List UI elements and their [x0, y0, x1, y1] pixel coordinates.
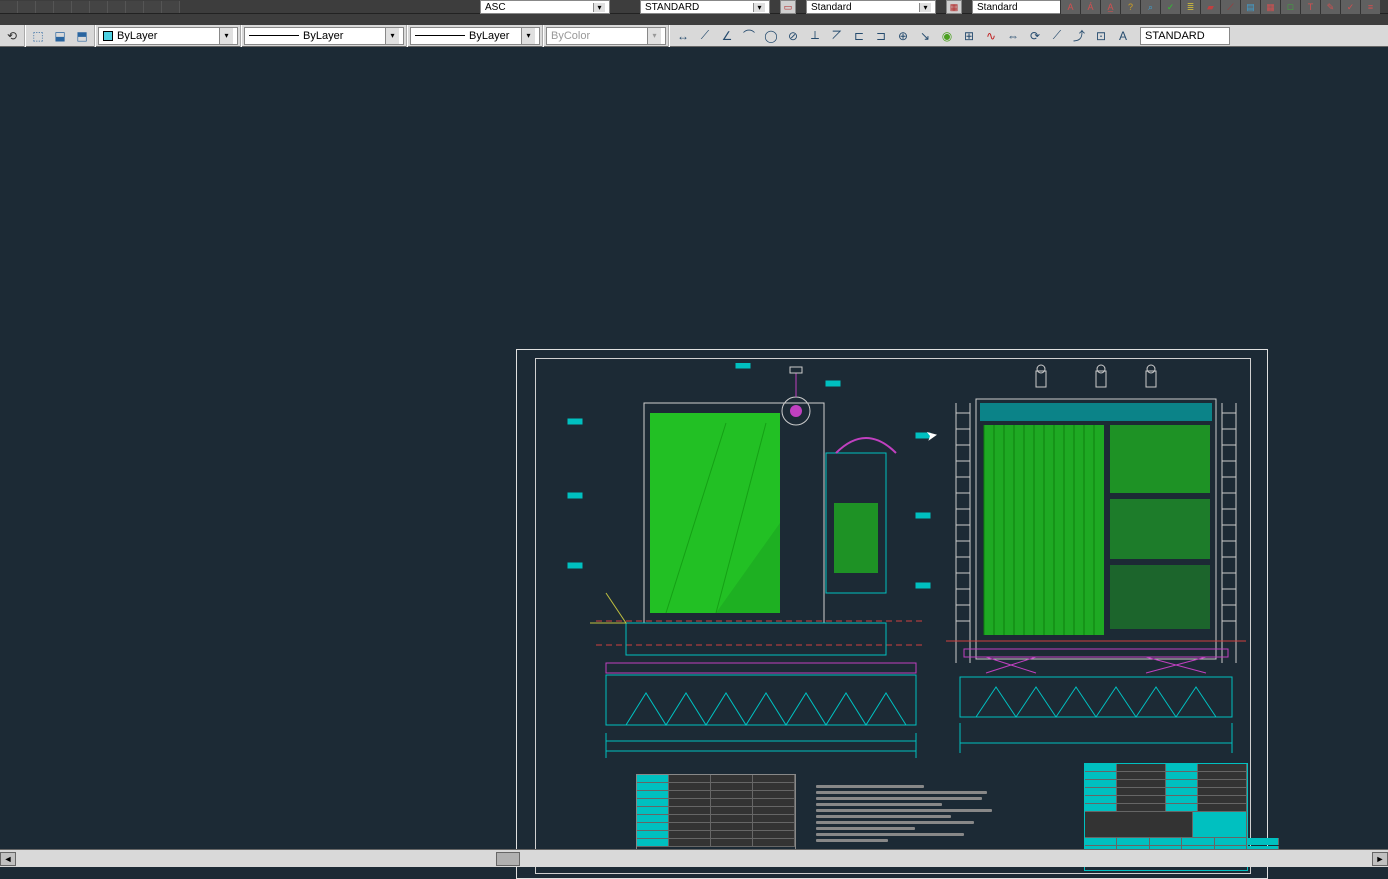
dim-style-box[interactable]: STANDARD	[1140, 27, 1230, 45]
lineweight-value: ByLayer	[469, 30, 509, 42]
dim-aligned-icon[interactable]: ⟋	[694, 27, 716, 45]
model-canvas[interactable]: ➤	[0, 47, 1388, 849]
dim-reassoc-icon[interactable]: ⊡	[1090, 27, 1112, 45]
dim-textedit-icon[interactable]: A	[1112, 27, 1134, 45]
table-icon[interactable]: ▦	[1260, 0, 1280, 14]
field-icon[interactable]: □	[1280, 0, 1300, 14]
qat-icon-10[interactable]	[162, 1, 180, 13]
plotstyle-value: ByColor	[551, 30, 590, 42]
dim-diameter-icon[interactable]: ⊘	[782, 27, 804, 45]
lineweight-sample-icon	[415, 35, 465, 36]
horizontal-scrollbar[interactable]: ◄ ►	[0, 849, 1388, 867]
dim-style-box-value: STANDARD	[1145, 30, 1205, 42]
arrow-left-icon: ◄	[4, 854, 13, 864]
dim-center-icon[interactable]: ⊕	[892, 27, 914, 45]
cursor-arrow-icon: ➤	[925, 426, 940, 445]
dim-baseline-icon[interactable]: ⊏	[848, 27, 870, 45]
text-underline-icon[interactable]: A̲	[1100, 0, 1120, 14]
linetype-select[interactable]: ByLayer ▾	[244, 27, 404, 45]
layerfreeze-icon[interactable]: ⬒	[72, 27, 92, 45]
chevron-down-icon: ▾	[593, 3, 605, 12]
drawing-sheet-border	[516, 349, 1268, 879]
stack-icon[interactable]: ≣	[1180, 0, 1200, 14]
dim-jogged-icon[interactable]: ⦢	[826, 27, 848, 45]
properties-toolbar: ⟲ ⬚ ⬓ ⬒ ByLayer ▾ ByLayer ▾ ByLayer ▾ By…	[0, 25, 1388, 47]
textcolor-icon[interactable]: ▰	[1200, 0, 1220, 14]
chevron-down-icon: ▾	[219, 28, 233, 44]
dim-oblique-icon[interactable]: ⟋	[1046, 27, 1068, 45]
dim-arc-icon[interactable]: ⌒	[738, 27, 760, 45]
check-icon[interactable]: ✓	[1160, 0, 1180, 14]
notes-block	[816, 785, 996, 842]
scroll-thumb[interactable]	[496, 852, 520, 866]
layer-color-select[interactable]: ByLayer ▾	[98, 27, 238, 45]
dim-update-icon[interactable]: ⟳	[1024, 27, 1046, 45]
right-elevation-view	[946, 363, 1246, 763]
ref-icon[interactable]: ▤	[1240, 0, 1260, 14]
arrow-right-icon: ►	[1376, 854, 1385, 864]
dim-continue-icon[interactable]: ⊐	[870, 27, 892, 45]
qat-icon-9[interactable]	[144, 1, 162, 13]
qat-icon-8[interactable]	[126, 1, 144, 13]
chevron-down-icon: ▾	[647, 28, 661, 44]
table-style-value: Standard	[811, 2, 852, 13]
dim-inspect-icon[interactable]: ⊞	[958, 27, 980, 45]
dim-radius-icon[interactable]: ◯	[760, 27, 782, 45]
dimension-toolbar: ↔ ⟋ ∠ ⌒ ◯ ⊘ ⟂ ⦢ ⊏ ⊐ ⊕ ↘ ◉ ⊞ ∿ ⇔ ⟳ ⟋ ⤴ ⊡ …	[672, 27, 1134, 45]
dim-textrot-icon[interactable]: ⤴	[1068, 27, 1090, 45]
dim-leader-icon[interactable]: ↘	[914, 27, 936, 45]
chevron-down-icon: ▾	[753, 3, 765, 12]
lineweight-select[interactable]: ByLayer ▾	[410, 27, 540, 45]
drawing-frame	[535, 358, 1251, 874]
color-swatch-icon	[103, 31, 113, 41]
spec-table	[636, 774, 796, 858]
qat-icon-3[interactable]	[36, 1, 54, 13]
text-style-a-icon[interactable]: A	[1060, 0, 1080, 14]
qat-icon-5[interactable]	[72, 1, 90, 13]
dim-linear-icon[interactable]: ↔	[672, 27, 694, 45]
text-style-select[interactable]: ASC ▾	[480, 0, 610, 14]
qat-icon-7[interactable]	[108, 1, 126, 13]
find-icon[interactable]: ⌕	[1140, 0, 1160, 14]
dim-style-select[interactable]: STANDARD ▾	[640, 0, 770, 14]
text-style-value: ASC	[485, 2, 506, 13]
chevron-down-icon: ▾	[385, 28, 399, 44]
edit-icon[interactable]: ✎	[1320, 0, 1340, 14]
layer-prev-icon[interactable]: ⟲	[2, 27, 22, 45]
qat-icon-1[interactable]	[0, 1, 18, 13]
qat-icon-4[interactable]	[54, 1, 72, 13]
linetype-sample-icon	[249, 35, 299, 36]
dim-space-icon[interactable]: ⇔	[1002, 27, 1024, 45]
mleader-style-value: Standard	[977, 2, 1018, 13]
dim-tolerance-icon[interactable]: ◉	[936, 27, 958, 45]
table-style-icon[interactable]: ▦	[946, 0, 962, 14]
text-style-a-accent-icon[interactable]: Á	[1080, 0, 1100, 14]
layerwalk-icon[interactable]: ⬓	[50, 27, 70, 45]
qat-icon-2[interactable]	[18, 1, 36, 13]
layermatch-icon[interactable]: ⬚	[28, 27, 48, 45]
mtext-icon[interactable]: T	[1300, 0, 1320, 14]
justify-icon[interactable]: ≡	[1360, 0, 1380, 14]
scroll-left-button[interactable]: ◄	[0, 852, 16, 866]
plotstyle-select[interactable]: ByColor ▾	[546, 27, 666, 45]
table-style-select[interactable]: Standard ▾	[806, 0, 936, 14]
linetype-value: ByLayer	[303, 30, 343, 42]
dim-angular-icon[interactable]: ∠	[716, 27, 738, 45]
dim-style-icon[interactable]: ▭	[780, 0, 796, 14]
dim-ordinate-icon[interactable]: ⟂	[804, 27, 826, 45]
chevron-down-icon: ▾	[521, 28, 535, 44]
text-format-toolbar: A Á A̲ ? ⌕ ✓ ≣ ▰ ⟋ ▤ ▦ □ T ✎ ✓ ≡	[1060, 0, 1380, 14]
left-section-view	[566, 363, 946, 763]
dim-style-value: STANDARD	[645, 2, 699, 13]
text-help-icon[interactable]: ?	[1120, 0, 1140, 14]
graph-icon[interactable]: ⟋	[1220, 0, 1240, 14]
dim-break-icon[interactable]: ∿	[980, 27, 1002, 45]
scroll-right-button[interactable]: ►	[1372, 852, 1388, 866]
qat-icon-6[interactable]	[90, 1, 108, 13]
spell-icon[interactable]: ✓	[1340, 0, 1360, 14]
layer-color-value: ByLayer	[117, 30, 157, 42]
chevron-down-icon: ▾	[919, 3, 931, 12]
